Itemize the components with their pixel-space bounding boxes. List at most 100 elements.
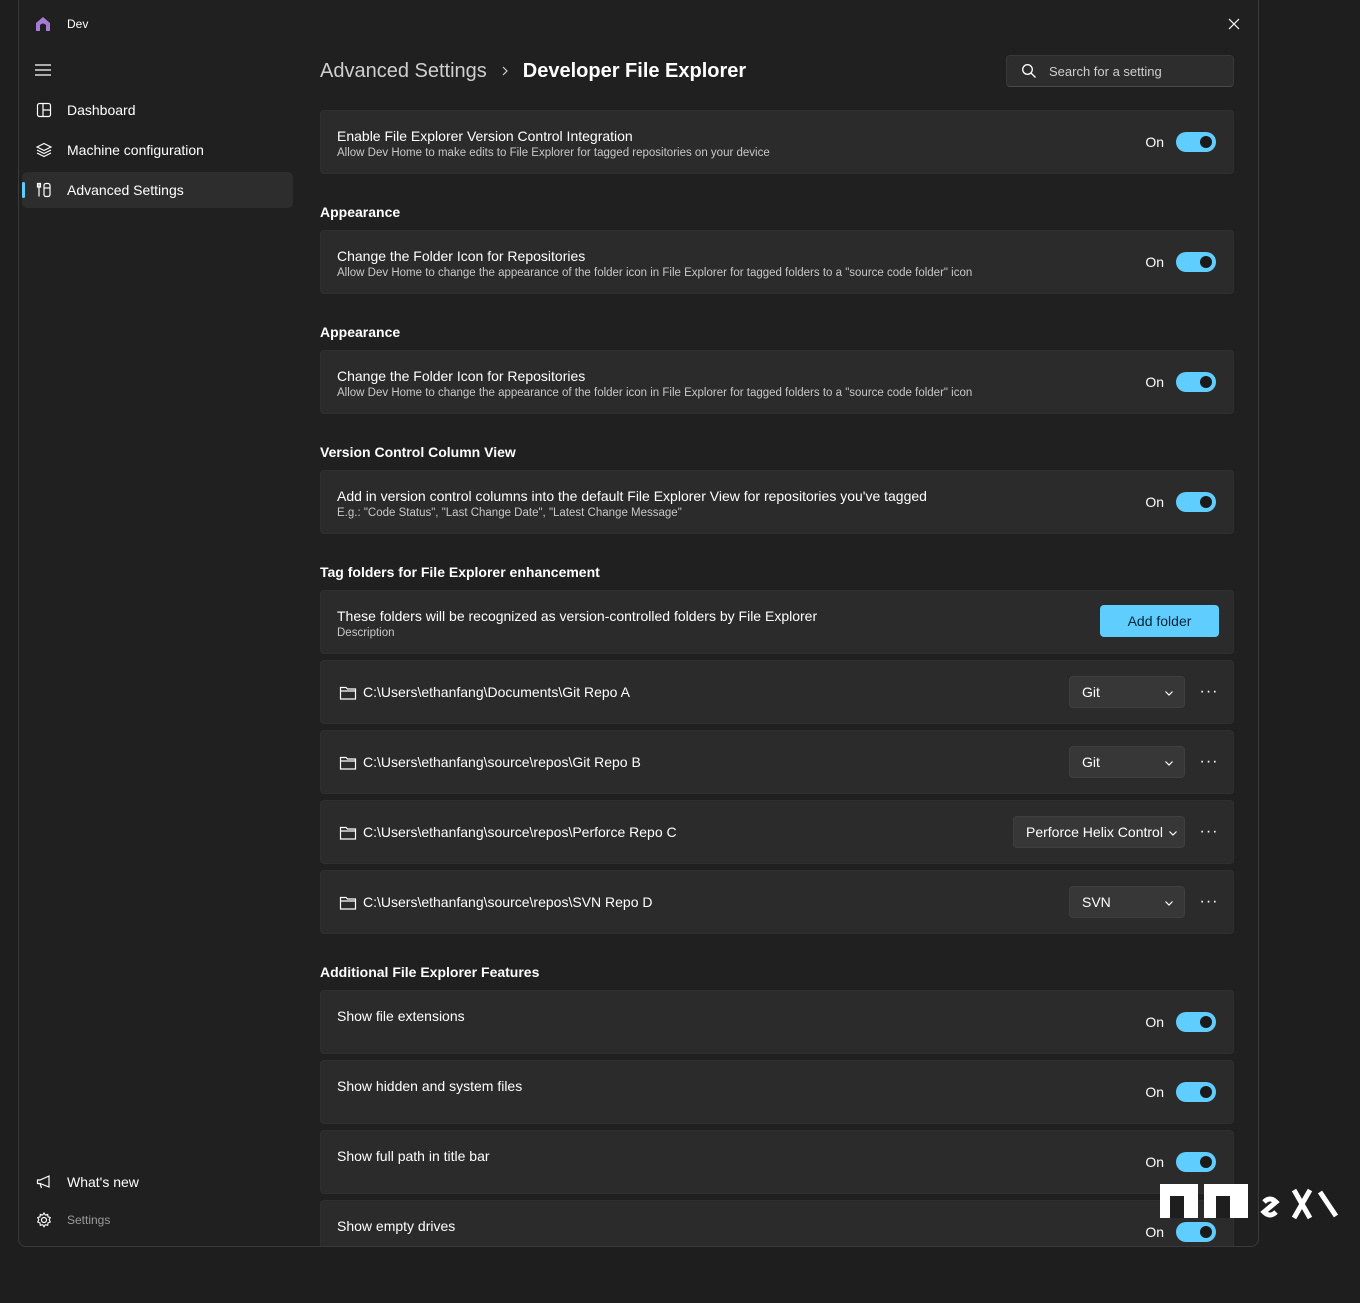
folder-icon-toggle[interactable]: On — [1145, 372, 1216, 392]
close-button[interactable] — [1222, 12, 1246, 36]
chevron-down-icon — [1168, 828, 1178, 838]
folder-path: C:\Users\ethanfang\source\repos\SVN Repo… — [363, 894, 653, 910]
more-options-button[interactable]: ··· — [1199, 683, 1219, 701]
setting-card-tag-folders: These folders will be recognized as vers… — [320, 590, 1234, 654]
sidebar-item-settings[interactable]: Settings — [22, 1202, 293, 1238]
setting-card-show-extensions: Show file extensions On — [320, 990, 1234, 1054]
setting-card-empty-drives: Show empty drives On — [320, 1200, 1234, 1246]
folder-icon — [339, 825, 357, 841]
app-window: Dev Dashboard Machine configuration Adva… — [18, 0, 1259, 1247]
vc-type-select[interactable]: SVN — [1069, 886, 1185, 918]
section-heading-column-view: Version Control Column View — [320, 444, 516, 460]
more-options-button[interactable]: ··· — [1199, 893, 1219, 911]
sidebar-footer: What's new Settings — [22, 1164, 293, 1240]
vc-integration-toggle[interactable]: On — [1145, 132, 1216, 152]
setting-description: Description — [337, 627, 395, 639]
vc-type-value: Git — [1082, 754, 1100, 770]
section-heading-tag-folders: Tag folders for File Explorer enhancemen… — [320, 564, 600, 580]
column-view-toggle[interactable]: On — [1145, 492, 1216, 512]
chevron-down-icon — [1164, 758, 1174, 768]
setting-title: These folders will be recognized as vers… — [337, 608, 818, 624]
setting-title: Enable File Explorer Version Control Int… — [337, 128, 633, 144]
sidebar-item-dashboard[interactable]: Dashboard — [22, 92, 293, 128]
dashboard-icon — [35, 101, 53, 119]
sidebar-item-label: Advanced Settings — [67, 182, 184, 198]
breadcrumb-parent[interactable]: Advanced Settings — [320, 60, 487, 83]
folder-path: C:\Users\ethanfang\source\repos\Git Repo… — [363, 754, 641, 770]
folder-row: C:\Users\ethanfang\source\repos\Git Repo… — [320, 730, 1234, 794]
setting-title: Add in version control columns into the … — [337, 488, 927, 504]
menu-toggle-button[interactable] — [31, 58, 55, 82]
settings-content: Enable File Explorer Version Control Int… — [320, 110, 1234, 1246]
toggle-knob — [1200, 1226, 1212, 1238]
search-icon — [1021, 63, 1037, 79]
sidebar-item-label: Settings — [67, 1213, 111, 1227]
toggle-switch[interactable] — [1176, 1222, 1216, 1242]
toggle-knob — [1200, 256, 1212, 268]
setting-description: Allow Dev Home to change the appearance … — [337, 387, 973, 399]
folder-path: C:\Users\ethanfang\Documents\Git Repo A — [363, 684, 630, 700]
vc-type-value: Git — [1082, 684, 1100, 700]
setting-description: Allow Dev Home to make edits to File Exp… — [337, 147, 770, 159]
setting-card-show-hidden: Show hidden and system files On — [320, 1060, 1234, 1124]
setting-card-column-view: Add in version control columns into the … — [320, 470, 1234, 534]
add-folder-button[interactable]: Add folder — [1100, 605, 1219, 637]
toggle-state-label: On — [1145, 134, 1164, 150]
setting-title: Show empty drives — [337, 1218, 456, 1234]
toggle-switch[interactable] — [1176, 1012, 1216, 1032]
toggle-knob — [1200, 496, 1212, 508]
gear-icon — [35, 1211, 53, 1229]
page-title: Developer File Explorer — [522, 59, 747, 82]
vc-type-select[interactable]: Git — [1069, 676, 1185, 708]
breadcrumb: Advanced Settings Developer File Explore… — [320, 56, 746, 86]
toggle-switch[interactable] — [1176, 1152, 1216, 1172]
title-bar: Dev — [19, 0, 1258, 48]
search-box[interactable] — [1006, 55, 1234, 87]
vc-type-select[interactable]: Git — [1069, 746, 1185, 778]
show-extensions-toggle[interactable]: On — [1145, 1012, 1216, 1032]
sidebar-item-machine-configuration[interactable]: Machine configuration — [22, 132, 293, 168]
more-options-button[interactable]: ··· — [1199, 753, 1219, 771]
vc-type-value: Perforce Helix Control — [1026, 824, 1163, 840]
setting-title: Show hidden and system files — [337, 1078, 523, 1094]
hamburger-icon — [35, 64, 51, 76]
toggle-switch[interactable] — [1176, 1082, 1216, 1102]
chevron-down-icon — [1164, 688, 1174, 698]
chevron-down-icon — [1164, 898, 1174, 908]
sidebar-nav: Dashboard Machine configuration Advanced… — [22, 92, 293, 212]
toggle-switch[interactable] — [1176, 132, 1216, 152]
sidebar-item-label: Machine configuration — [67, 142, 204, 158]
folder-icon — [339, 685, 357, 701]
setting-card-vc-integration: Enable File Explorer Version Control Int… — [320, 110, 1234, 174]
search-input[interactable] — [1049, 63, 1219, 79]
sidebar-item-label: What's new — [67, 1174, 139, 1190]
more-options-button[interactable]: ··· — [1199, 823, 1219, 841]
toggle-switch[interactable] — [1176, 252, 1216, 272]
show-hidden-toggle[interactable]: On — [1145, 1082, 1216, 1102]
chevron-right-icon — [501, 66, 509, 76]
close-icon — [1228, 18, 1240, 30]
sidebar-item-whats-new[interactable]: What's new — [22, 1164, 293, 1200]
toggle-switch[interactable] — [1176, 492, 1216, 512]
folder-icon-toggle[interactable]: On — [1145, 252, 1216, 272]
folder-icon — [339, 895, 357, 911]
toggle-state-label: On — [1145, 254, 1164, 270]
toggle-knob — [1200, 1156, 1212, 1168]
vc-type-value: SVN — [1082, 894, 1111, 910]
toggle-knob — [1200, 136, 1212, 148]
section-heading-appearance: Appearance — [320, 204, 401, 220]
watermark-logo — [1160, 1184, 1339, 1220]
setting-title: Change the Folder Icon for Repositories — [337, 248, 586, 264]
toggle-state-label: On — [1145, 1224, 1164, 1240]
toggle-state-label: On — [1145, 1014, 1164, 1030]
empty-drives-toggle[interactable]: On — [1145, 1222, 1216, 1242]
layers-icon — [35, 141, 53, 159]
folder-icon — [339, 755, 357, 771]
toggle-state-label: On — [1145, 1084, 1164, 1100]
toggle-knob — [1200, 376, 1212, 388]
vc-type-select[interactable]: Perforce Helix Control — [1013, 816, 1185, 848]
full-path-toggle[interactable]: On — [1145, 1152, 1216, 1172]
section-heading-additional-features: Additional File Explorer Features — [320, 964, 540, 980]
toggle-switch[interactable] — [1176, 372, 1216, 392]
sidebar-item-advanced-settings[interactable]: Advanced Settings — [22, 172, 293, 208]
